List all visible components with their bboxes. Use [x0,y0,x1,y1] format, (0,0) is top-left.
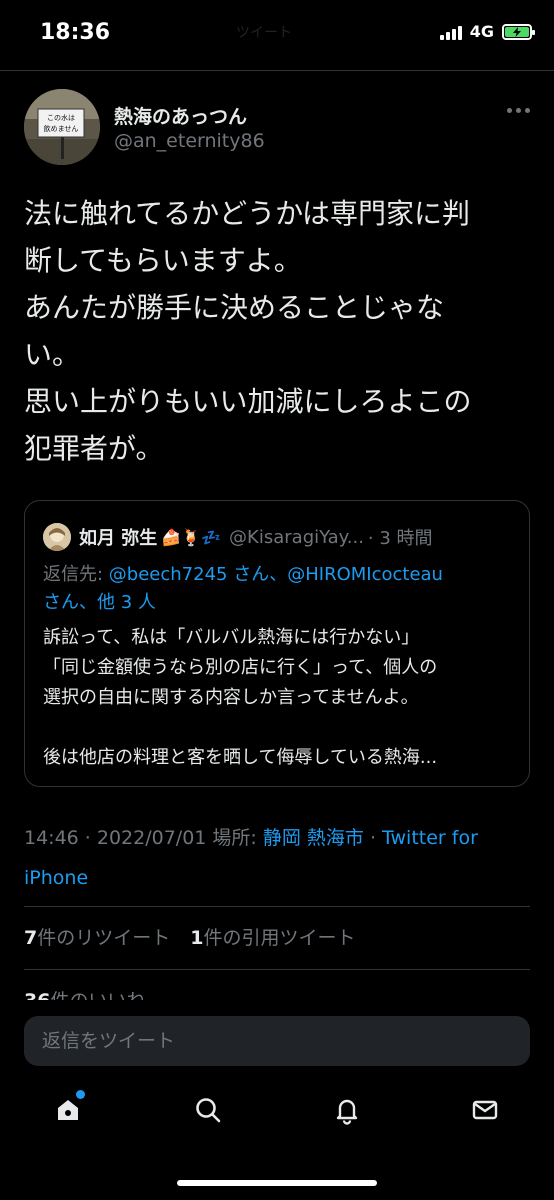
reply-to-san: さん、 [227,564,288,585]
battery-icon [502,23,535,40]
more-options-icon[interactable] [507,108,530,113]
quotes-stat[interactable]: 1件の引用ツイート [190,927,355,949]
header-divider [0,70,554,71]
quoted-tweet[interactable]: 如月 弥生 🍰🍹💤 @KisaragiYay... · 3 時間 返信先: @b… [24,500,530,787]
home-indicator [177,1180,377,1186]
tweet-client-line1: Twitter for [382,827,478,849]
home-icon[interactable] [48,1090,88,1130]
quoted-time: · 3 時間 [367,528,433,549]
quotes-count: 1 [190,927,204,949]
reply-mention-beech[interactable]: @beech7245 [109,564,228,585]
status-bar: 18:36 ツイート 4G [0,0,554,66]
svg-text:飲めません: 飲めません [44,124,79,133]
reply-mention-hiromi[interactable]: @HIROMIcocteau [287,564,443,585]
network-type: 4G [469,22,494,41]
messages-icon[interactable] [465,1090,505,1130]
retweets-count: 7 [24,927,38,949]
quoted-author-emojis: 🍰🍹💤 [161,527,222,547]
divider [24,906,530,907]
home-notification-dot [76,1090,85,1099]
reply-to-others[interactable]: さん、他 3 人 [43,592,156,613]
signal-icon [439,24,462,40]
tweet-location[interactable]: 静岡 熱海市 [263,827,364,849]
retweets-label: 件のリツイート [37,927,171,949]
quoted-avatar [43,523,71,551]
tweet-meta: 14:46 · 2022/07/01 場所: 静岡 熱海市 · Twitter … [24,818,524,898]
status-time: 18:36 [40,20,111,45]
author-name[interactable]: 熱海のあっつん [114,102,247,129]
search-icon[interactable] [188,1090,228,1130]
tweet-timestamp: 14:46 · 2022/07/01 場所: [24,827,263,849]
header-title: ツイート [236,25,292,41]
reply-to-label: 返信先: [43,564,109,585]
notifications-icon[interactable] [327,1090,367,1130]
quoted-author-name: 如月 弥生 [79,528,158,549]
tweet-client-line2: iPhone [24,867,89,889]
svg-text:この水は: この水は [47,113,75,122]
author-avatar[interactable]: この水は 飲めません [24,89,100,165]
retweets-stat[interactable]: 7件のリツイート [24,927,170,949]
tweet-stats: 7件のリツイート 1件の引用ツイート [24,923,356,950]
tweet-text: 法に触れてるかどうかは専門家に判 断してもらいますよ。 あんたが勝手に決めること… [24,197,472,465]
reply-input[interactable] [24,1016,530,1066]
author-handle[interactable]: @an_eternity86 [114,130,265,152]
quoted-author-handle: @KisaragiYay... [229,526,364,548]
tab-bar [0,1090,554,1140]
status-indicators: 4G [439,22,535,41]
quotes-label: 件の引用ツイート [203,927,356,949]
reply-to: 返信先: @beech7245 さん、@HIROMIcocteau さん、他 3 … [43,561,513,617]
divider [24,969,530,970]
quoted-tweet-text: 訴訟って、私は「バルバル熱海には行かない」 「同じ金額使うなら別の店に行く」って… [43,627,438,768]
meta-separator: · [363,827,383,849]
